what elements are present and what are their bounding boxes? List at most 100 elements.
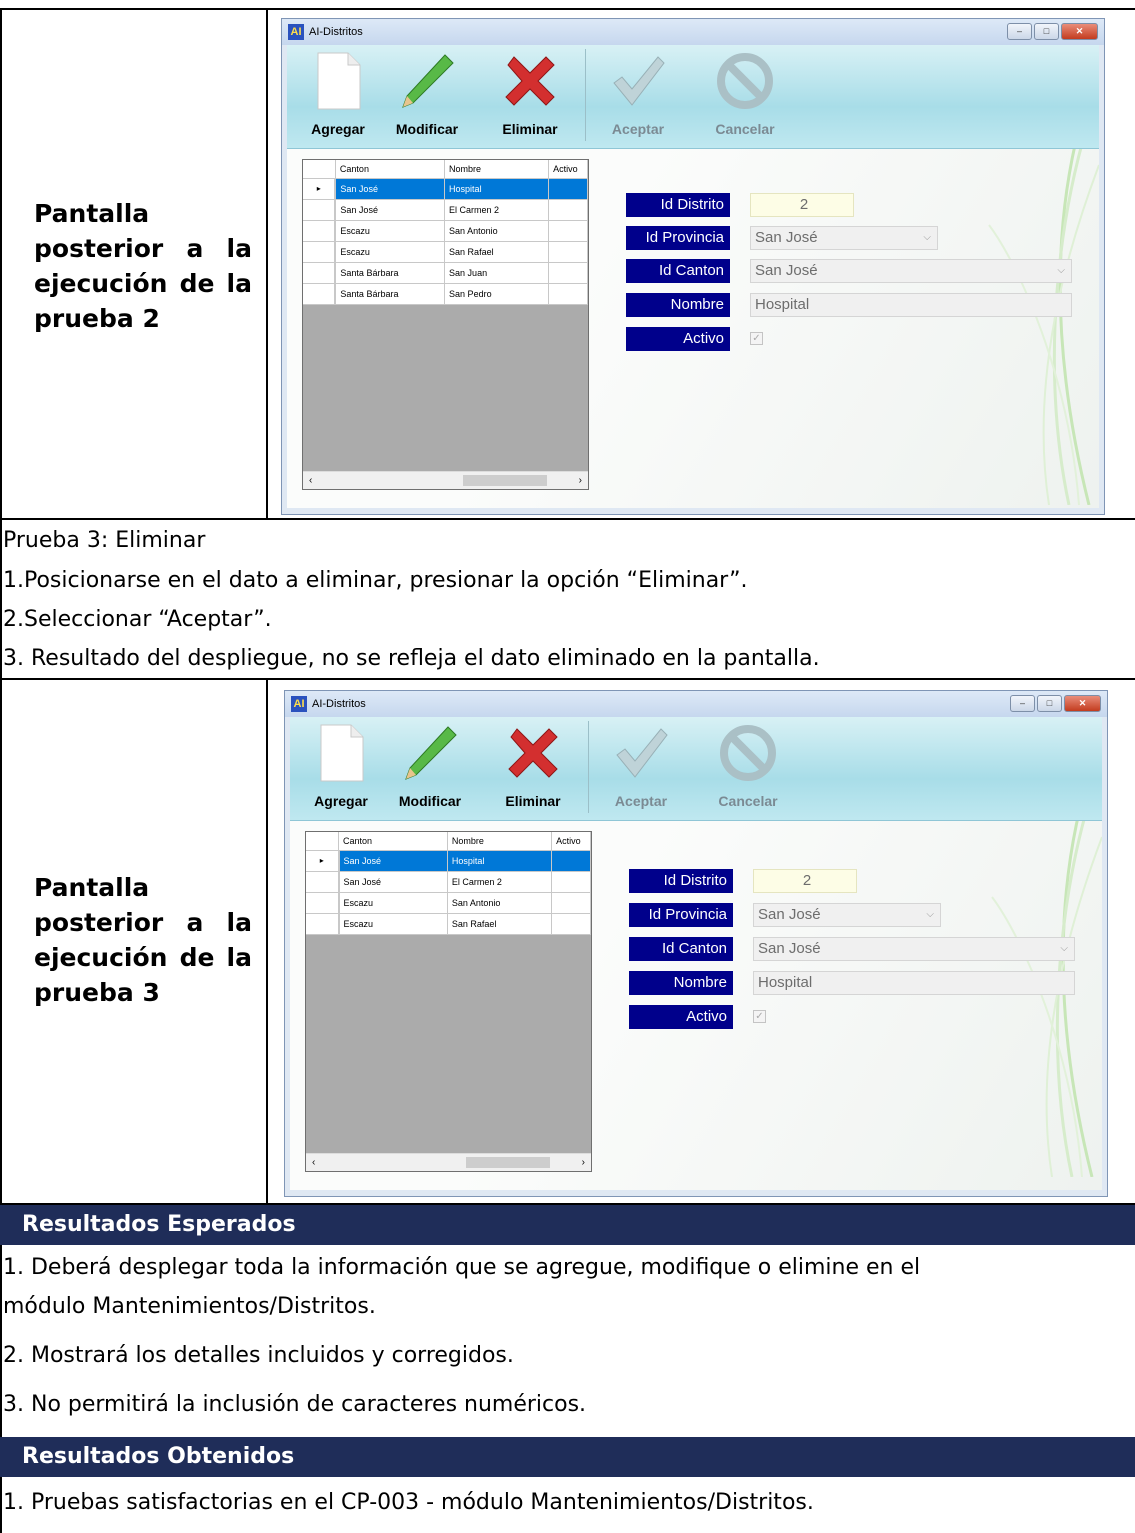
- app-logo-icon: AI: [288, 24, 304, 40]
- table-row[interactable]: Escazu San Antonio: [303, 220, 588, 242]
- cell-canton[interactable]: Escazu: [338, 892, 448, 914]
- cell-nombre[interactable]: Hospital: [447, 850, 553, 872]
- cell-activo[interactable]: [548, 220, 588, 242]
- row-header[interactable]: [303, 220, 337, 242]
- nombre-field[interactable]: Hospital: [750, 293, 1072, 317]
- districts-grid[interactable]: Canton Nombre Activo ▸ San José Hospital Sa…: [302, 159, 589, 490]
- toolbar: Agregar Modificar Eliminar Aceptar Cance…: [287, 45, 1099, 149]
- cell-nombre[interactable]: San Antonio: [444, 220, 550, 242]
- table-row[interactable]: Escazu San Rafael: [303, 241, 588, 263]
- close-icon[interactable]: ✕: [1061, 23, 1098, 40]
- cell-canton[interactable]: Escazu: [335, 220, 446, 242]
- row-header[interactable]: [306, 892, 340, 914]
- row-header[interactable]: [306, 913, 340, 935]
- cell-canton[interactable]: Santa Bárbara: [335, 262, 446, 284]
- eliminar-button[interactable]: Eliminar: [496, 723, 570, 809]
- id-distrito-field[interactable]: 2: [753, 869, 857, 893]
- cancel-circle-icon: [720, 725, 776, 781]
- column-header-canton[interactable]: Canton: [335, 160, 446, 179]
- section-label-prueba-2: Pantalla posterior a la ejecución de la prue…: [34, 199, 252, 333]
- cell-canton[interactable]: San José: [338, 850, 448, 872]
- cancel-circle-icon: [717, 53, 773, 109]
- row-header[interactable]: ▸: [306, 850, 340, 872]
- column-header-activo[interactable]: Activo: [548, 160, 588, 179]
- minimize-icon[interactable]: –: [1010, 695, 1035, 712]
- red-x-icon: [508, 728, 558, 778]
- cell-nombre[interactable]: San Rafael: [444, 241, 550, 263]
- table-row[interactable]: Santa Bárbara San Juan: [303, 262, 588, 284]
- table-row[interactable]: San José El Carmen 2: [306, 871, 591, 893]
- cancelar-button[interactable]: Cancelar: [708, 723, 788, 809]
- window-title: AI-Distritos: [309, 26, 363, 38]
- cell-canton[interactable]: Escazu: [338, 913, 448, 935]
- cell-nombre[interactable]: San Antonio: [447, 892, 553, 914]
- cancelar-button[interactable]: Cancelar: [705, 51, 785, 137]
- new-document-icon: [320, 724, 364, 782]
- resultados-esperados-header: Resultados Esperados: [0, 1205, 1135, 1245]
- cell-canton[interactable]: Santa Bárbara: [335, 283, 446, 305]
- aceptar-button[interactable]: Aceptar: [601, 51, 675, 137]
- cell-activo[interactable]: [548, 241, 588, 263]
- toolbar-separator: [588, 721, 589, 813]
- cell-activo[interactable]: [548, 199, 588, 221]
- id-canton-select[interactable]: San José ⌵: [753, 937, 1075, 961]
- activo-checkbox[interactable]: ✓: [750, 332, 763, 345]
- row-header[interactable]: [303, 262, 337, 284]
- id-provincia-select[interactable]: San José ⌵: [750, 226, 938, 250]
- cell-activo[interactable]: [551, 892, 591, 914]
- row-header[interactable]: [303, 199, 337, 221]
- row-header[interactable]: [303, 283, 337, 305]
- row-header[interactable]: [306, 871, 340, 893]
- modificar-button[interactable]: Modificar: [388, 723, 472, 809]
- table-row[interactable]: ▸ San José Hospital: [306, 850, 591, 872]
- toolbar-separator: [585, 49, 586, 141]
- section-label-prueba-3: Pantalla posterior a la ejecución de la prue…: [34, 873, 252, 1007]
- row-header[interactable]: [303, 241, 337, 263]
- table-row[interactable]: San José El Carmen 2: [303, 199, 588, 221]
- table-row[interactable]: Santa Bárbara San Pedro: [303, 283, 588, 305]
- cell-canton[interactable]: San José: [338, 871, 448, 893]
- horizontal-scrollbar[interactable]: ‹ ›: [306, 1153, 591, 1171]
- activo-checkbox[interactable]: ✓: [753, 1010, 766, 1023]
- id-distrito-label: Id Distrito: [626, 193, 730, 217]
- cell-nombre[interactable]: San Pedro: [444, 283, 550, 305]
- cell-activo[interactable]: [548, 262, 588, 284]
- row-header[interactable]: ▸: [303, 178, 337, 200]
- cell-nombre[interactable]: San Rafael: [447, 913, 553, 935]
- modificar-button[interactable]: Modificar: [385, 51, 469, 137]
- cell-canton[interactable]: San José: [335, 178, 446, 200]
- horizontal-scrollbar[interactable]: ‹ ›: [303, 471, 588, 489]
- id-provincia-select[interactable]: San José ⌵: [753, 903, 941, 927]
- table-row[interactable]: Escazu San Antonio: [306, 892, 591, 914]
- agregar-button[interactable]: Agregar: [301, 51, 375, 137]
- eliminar-button[interactable]: Eliminar: [493, 51, 567, 137]
- cell-activo[interactable]: [551, 871, 591, 893]
- agregar-button[interactable]: Agregar: [304, 723, 378, 809]
- table-row[interactable]: ▸ San José Hospital: [303, 178, 588, 200]
- id-canton-select[interactable]: San José ⌵: [750, 259, 1072, 283]
- column-header-nombre[interactable]: Nombre: [444, 160, 550, 179]
- maximize-icon[interactable]: □: [1037, 695, 1062, 712]
- cell-canton[interactable]: Escazu: [335, 241, 446, 263]
- column-header-nombre[interactable]: Nombre: [447, 832, 553, 851]
- cell-activo[interactable]: [548, 283, 588, 305]
- cell-nombre[interactable]: El Carmen 2: [444, 199, 550, 221]
- cell-activo[interactable]: [551, 850, 591, 872]
- aceptar-button[interactable]: Aceptar: [604, 723, 678, 809]
- cell-nombre[interactable]: Hospital: [444, 178, 550, 200]
- cell-canton[interactable]: San José: [335, 199, 446, 221]
- cell-nombre[interactable]: El Carmen 2: [447, 871, 553, 893]
- column-header-activo[interactable]: Activo: [551, 832, 591, 851]
- column-header-canton[interactable]: Canton: [338, 832, 448, 851]
- app-window-screenshot-1: AI AI-Distritos – □ ✕ Agregar Modificar: [281, 18, 1105, 515]
- minimize-icon[interactable]: –: [1007, 23, 1032, 40]
- districts-grid[interactable]: Canton Nombre Activo ▸ San José Hospital Sa…: [305, 831, 592, 1172]
- table-row[interactable]: Escazu San Rafael: [306, 913, 591, 935]
- cell-nombre[interactable]: San Juan: [444, 262, 550, 284]
- cell-activo[interactable]: [548, 178, 588, 200]
- close-icon[interactable]: ✕: [1064, 695, 1101, 712]
- cell-activo[interactable]: [551, 913, 591, 935]
- maximize-icon[interactable]: □: [1034, 23, 1059, 40]
- nombre-field[interactable]: Hospital: [753, 971, 1075, 995]
- id-distrito-field[interactable]: 2: [750, 193, 854, 217]
